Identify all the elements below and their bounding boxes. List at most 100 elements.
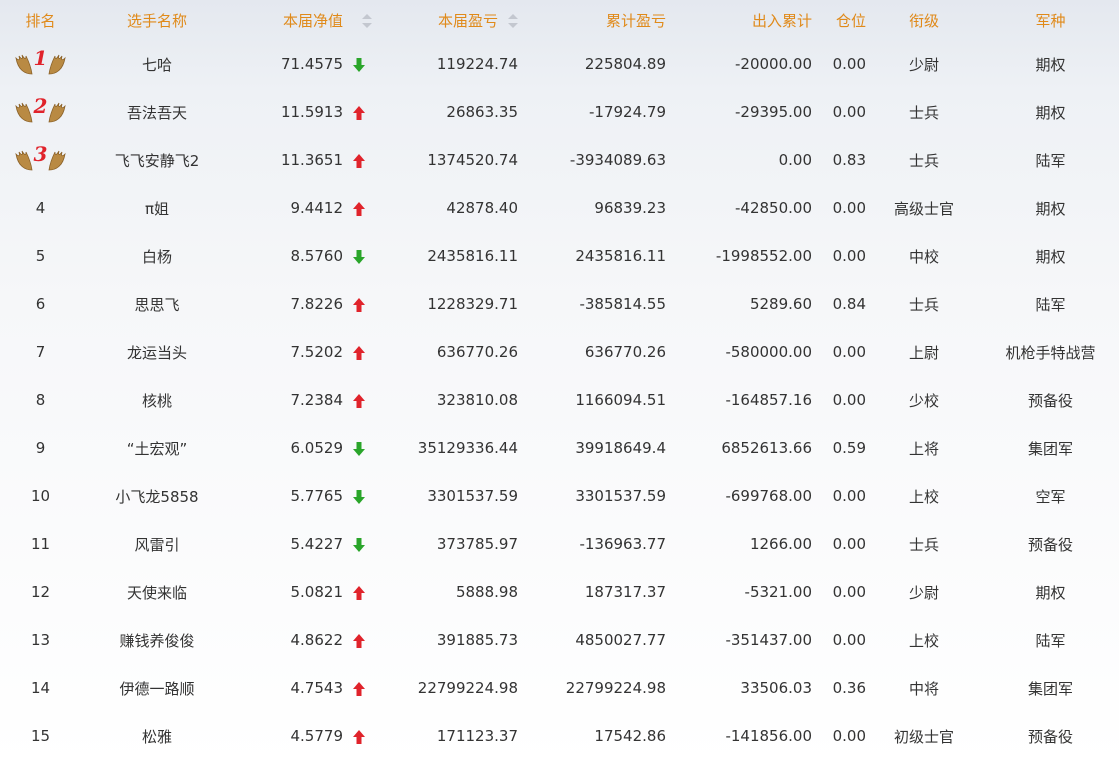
- player-name[interactable]: 龙运当头: [81, 342, 233, 363]
- rank-cell: 15: [30, 727, 51, 745]
- service-branch: 空军: [1035, 487, 1066, 506]
- position-ratio: 0.00: [832, 727, 866, 745]
- cumulative-profit: 2435816.11: [575, 247, 666, 265]
- position-ratio: 0.00: [832, 343, 866, 361]
- header-net-value[interactable]: 本届净值: [233, 10, 343, 31]
- player-name[interactable]: 天使来临: [81, 582, 233, 603]
- up-arrow-icon: [352, 345, 366, 361]
- military-rank: 上校: [908, 487, 939, 506]
- military-rank: 上将: [908, 439, 939, 458]
- right-wing-icon: [48, 52, 67, 76]
- net-value: 5.7765: [290, 487, 344, 505]
- trend-cell: [343, 247, 383, 265]
- net-value: 6.0529: [290, 439, 344, 457]
- table-row[interactable]: 15 松雅 4.5779 171123.37 17542.86 -141856.00 0.0…: [0, 712, 1119, 760]
- up-arrow-icon: [352, 201, 366, 217]
- player-name[interactable]: 风雷引: [81, 534, 233, 555]
- table-row[interactable]: 2 吾法吾天 11.5913 26863.35 -17924.79 -29395.00 0.…: [0, 88, 1119, 136]
- rank-cell: 12: [30, 583, 51, 601]
- medal-rank-number: 2: [33, 93, 48, 118]
- cumulative-profit: -17924.79: [589, 103, 666, 121]
- table-row[interactable]: 7 龙运当头 7.5202 636770.26 636770.26 -580000.00 0…: [0, 328, 1119, 376]
- rank-cell: 2: [0, 93, 81, 128]
- medal-icon: 2: [14, 93, 67, 127]
- military-rank: 士兵: [908, 103, 939, 122]
- current-profit: 323810.08: [436, 391, 518, 409]
- rank-cell: 5: [35, 247, 46, 265]
- up-arrow-icon: [352, 393, 366, 409]
- rank-cell: 7: [35, 343, 46, 361]
- service-branch: 集团军: [1027, 439, 1073, 458]
- left-wing-icon: [14, 100, 33, 124]
- table-row[interactable]: 11 风雷引 5.4227 373785.97 -136963.77 1266.00 0.0…: [0, 520, 1119, 568]
- header-name: 选手名称: [126, 11, 187, 30]
- rank-cell: 10: [30, 487, 51, 505]
- rank-cell: 13: [30, 631, 51, 649]
- position-ratio: 0.00: [832, 391, 866, 409]
- table-row[interactable]: 6 思思飞 7.8226 1228329.71 -385814.55 5289.60 0.8…: [0, 280, 1119, 328]
- table-row[interactable]: 3 飞飞安静飞2 11.3651 1374520.74 -3934089.63 0.00 0…: [0, 136, 1119, 184]
- down-arrow-icon: [352, 249, 366, 265]
- inout-cumulative: -29395.00: [735, 103, 812, 121]
- service-branch: 期权: [1035, 103, 1066, 122]
- table-row[interactable]: 4 π姐 9.4412 42878.40 96839.23 -42850.00 0.00 高级…: [0, 184, 1119, 232]
- cumulative-profit: 96839.23: [594, 199, 666, 217]
- net-value: 11.5913: [280, 103, 343, 121]
- table-row[interactable]: 14 伊德一路顺 4.7543 22799224.98 22799224.98 33506…: [0, 664, 1119, 712]
- table-row[interactable]: 8 核桃 7.2384 323810.08 1166094.51 -164857.16 0.…: [0, 376, 1119, 424]
- net-value: 4.5779: [290, 727, 344, 745]
- player-name[interactable]: 赚钱养俊俊: [81, 630, 233, 651]
- military-rank: 少尉: [908, 55, 939, 74]
- current-profit: 1228329.71: [427, 295, 518, 313]
- player-name[interactable]: 七哈: [81, 54, 233, 75]
- player-name[interactable]: 伊德一路顺: [81, 678, 233, 699]
- service-branch: 集团军: [1027, 679, 1073, 698]
- net-value: 11.3651: [280, 151, 343, 169]
- player-name[interactable]: “土宏观”: [81, 438, 233, 459]
- table-row[interactable]: 9 “土宏观” 6.0529 35129336.44 39918649.4 6852613…: [0, 424, 1119, 472]
- military-rank: 少校: [908, 391, 939, 410]
- sort-net-button[interactable]: [343, 11, 383, 29]
- trend-cell: [343, 487, 383, 505]
- position-ratio: 0.00: [832, 103, 866, 121]
- sort-icon[interactable]: [362, 13, 372, 28]
- player-name[interactable]: 飞飞安静飞2: [81, 150, 233, 171]
- sort-icon[interactable]: [508, 14, 518, 28]
- trend-cell: [343, 103, 383, 121]
- player-name[interactable]: 核桃: [81, 390, 233, 411]
- trend-cell: [343, 679, 383, 697]
- table-row[interactable]: 1 七哈 71.4575 119224.74 225804.89 -20000.00 0.0…: [0, 40, 1119, 88]
- service-branch: 期权: [1035, 55, 1066, 74]
- rank-cell: 9: [35, 439, 46, 457]
- cumulative-profit: 187317.37: [584, 583, 666, 601]
- down-arrow-icon: [352, 489, 366, 505]
- left-wing-icon: [14, 52, 33, 76]
- up-arrow-icon: [352, 153, 366, 169]
- ranking-table: 排名 选手名称 本届净值 本届盈亏 累计盈亏 出入累计 仓位 衔级 军种 1 七哈…: [0, 0, 1119, 760]
- net-value: 9.4412: [290, 199, 344, 217]
- player-name[interactable]: 白杨: [81, 246, 233, 267]
- net-value: 71.4575: [280, 55, 343, 73]
- cumulative-profit: -136963.77: [579, 535, 666, 553]
- header-profit[interactable]: 本届盈亏: [383, 10, 518, 31]
- service-branch: 期权: [1035, 199, 1066, 218]
- current-profit: 391885.73: [436, 631, 518, 649]
- inout-cumulative: -1998552.00: [715, 247, 812, 265]
- cumulative-profit: 1166094.51: [575, 391, 666, 409]
- player-name[interactable]: 小飞龙5858: [81, 486, 233, 507]
- up-arrow-icon: [352, 297, 366, 313]
- position-ratio: 0.00: [832, 199, 866, 217]
- table-row[interactable]: 5 白杨 8.5760 2435816.11 2435816.11 -1998552.00…: [0, 232, 1119, 280]
- cumulative-profit: 225804.89: [584, 55, 666, 73]
- player-name[interactable]: π姐: [81, 198, 233, 219]
- military-rank: 少尉: [908, 583, 939, 602]
- player-name[interactable]: 思思飞: [81, 294, 233, 315]
- cumulative-profit: 39918649.4: [575, 439, 666, 457]
- player-name[interactable]: 松雅: [81, 726, 233, 747]
- player-name[interactable]: 吾法吾天: [81, 102, 233, 123]
- current-profit: 1374520.74: [427, 151, 518, 169]
- trend-cell: [343, 55, 383, 73]
- table-row[interactable]: 13 赚钱养俊俊 4.8622 391885.73 4850027.77 -351437.…: [0, 616, 1119, 664]
- table-row[interactable]: 12 天使来临 5.0821 5888.98 187317.37 -5321.00 0.00…: [0, 568, 1119, 616]
- table-row[interactable]: 10 小飞龙5858 5.7765 3301537.59 3301537.59 -6997…: [0, 472, 1119, 520]
